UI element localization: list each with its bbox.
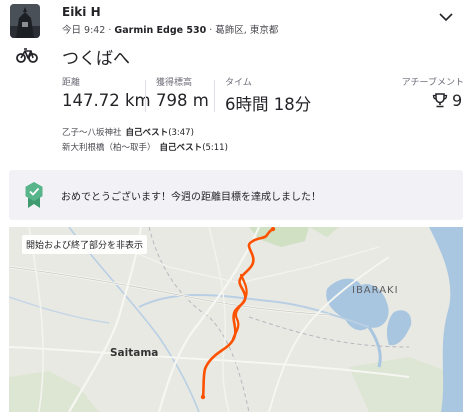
segment-name: 乙子～八坂神社	[62, 128, 122, 138]
goal-message: おめでとうございます！今週の距離目標を達成しました！	[61, 192, 321, 203]
avatar-image	[10, 4, 40, 38]
route-map[interactable]: 開始および終了部分を非表示 IBARAKI Saitama	[9, 227, 463, 412]
segment-name: 新大利根橋（柏～取手）	[62, 143, 156, 153]
stat-distance: 距離 147.72 km	[62, 75, 151, 110]
stat-time: タイム 6時間 18分	[225, 75, 311, 115]
activity-meta: 今日 9:42 · Garmin Edge 530 · 葛飾区, 東京都	[62, 22, 278, 36]
stat-time-label: タイム	[225, 78, 252, 88]
stat-divider	[214, 80, 215, 112]
activity-title[interactable]: つくばへ	[62, 44, 130, 69]
goal-achievement-card[interactable]: おめでとうございます！今週の距離目標を達成しました！	[9, 170, 463, 220]
stat-elevation: 獲得標高 798 m	[156, 75, 209, 110]
hide-start-end-toggle[interactable]: 開始および終了部分を非表示	[22, 235, 148, 254]
stat-achievements[interactable]: 9	[432, 91, 462, 110]
stat-time-value: 6時間 18分	[225, 95, 312, 114]
route-start-marker	[200, 394, 206, 400]
device-name: Garmin Edge 530	[114, 25, 207, 36]
stat-achievements-label: アチーブメント	[401, 78, 464, 88]
map-label-saitama: Saitama	[110, 347, 159, 359]
activity-header: Eiki H 今日 9:42 · Garmin Edge 530 · 葛飾区, …	[0, 0, 472, 44]
map-canvas	[9, 227, 463, 412]
segment-time: (3:47)	[168, 128, 194, 138]
trophy-icon	[432, 93, 448, 108]
bicycle-icon	[16, 48, 38, 63]
stat-elevation-value: 798 m	[156, 91, 209, 110]
meta-separator: ·	[206, 25, 216, 36]
stat-distance-label: 距離	[62, 78, 81, 88]
activity-timestamp: 今日 9:42	[62, 25, 106, 36]
chevron-down-icon[interactable]	[438, 9, 454, 25]
athlete-avatar[interactable]	[10, 4, 40, 38]
stat-elevation-label: 獲得標高	[156, 78, 193, 88]
segment-time: (5:11)	[202, 143, 228, 153]
stat-divider	[145, 80, 146, 112]
segment-row[interactable]: 新大利根橋（柏～取手） 自己ベスト(5:11)	[62, 141, 228, 153]
stat-achievements-value: 9	[452, 91, 463, 110]
goal-badge-icon	[25, 182, 43, 208]
segment-row[interactable]: 乙子～八坂神社 自己ベスト(3:47)	[62, 126, 194, 138]
route-end-marker	[270, 227, 276, 232]
activity-location: 葛飾区, 東京都	[215, 25, 279, 36]
pr-badge: 自己ベスト	[159, 143, 203, 153]
athlete-name[interactable]: Eiki H	[62, 5, 101, 19]
map-label-ibaraki: IBARAKI	[352, 285, 399, 296]
pr-badge: 自己ベスト	[125, 128, 169, 138]
stat-distance-value: 147.72 km	[62, 91, 151, 110]
